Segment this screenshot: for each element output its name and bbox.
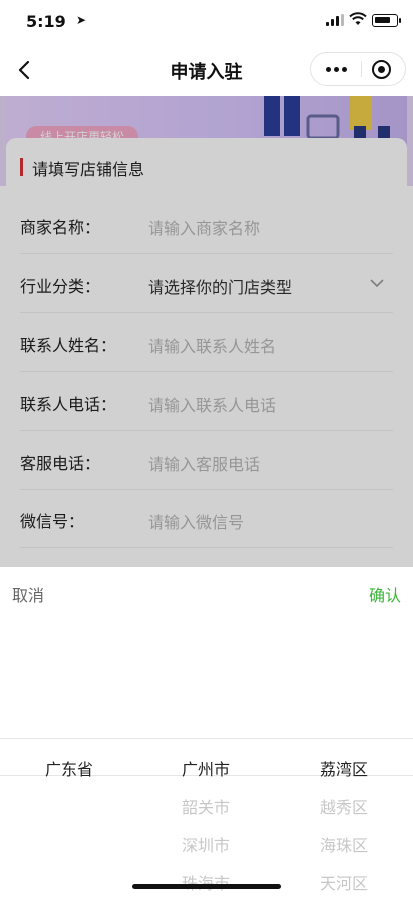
city-option[interactable]: 广州市 bbox=[137, 756, 275, 780]
navigation-bar: 申请入驻 bbox=[0, 44, 413, 96]
status-time: 5:19 bbox=[26, 12, 66, 31]
district-option[interactable]: 越秀区 bbox=[275, 794, 413, 818]
home-indicator bbox=[132, 884, 281, 889]
district-option[interactable]: 天河区 bbox=[275, 870, 413, 894]
district-option[interactable]: 荔湾区 bbox=[275, 756, 413, 780]
cellular-signal-icon bbox=[326, 14, 344, 26]
modal-mask[interactable] bbox=[0, 96, 413, 567]
city-column[interactable]: 广州市 韶关市 深圳市 珠海市 bbox=[137, 567, 275, 897]
province-column[interactable]: 广东省 bbox=[0, 567, 138, 897]
city-option[interactable]: 珠海市 bbox=[137, 870, 275, 894]
region-picker: 取消 确认 广东省 广州市 韶关市 深圳市 珠海市 荔湾区 越秀区 海珠区 天河… bbox=[0, 567, 413, 897]
battery-icon bbox=[372, 14, 401, 27]
mini-program-close-icon[interactable] bbox=[372, 60, 391, 79]
status-bar: 5:19 ➤ bbox=[0, 0, 413, 44]
mini-program-capsule bbox=[310, 52, 406, 86]
location-arrow-icon: ➤ bbox=[76, 13, 87, 27]
wifi-icon bbox=[349, 12, 367, 25]
province-option[interactable]: 广东省 bbox=[0, 756, 138, 780]
city-option[interactable]: 深圳市 bbox=[137, 832, 275, 856]
district-column[interactable]: 荔湾区 越秀区 海珠区 天河区 bbox=[275, 567, 413, 897]
battery-level bbox=[375, 17, 390, 23]
capsule-divider bbox=[361, 61, 362, 77]
district-option[interactable]: 海珠区 bbox=[275, 832, 413, 856]
city-option[interactable]: 韶关市 bbox=[137, 794, 275, 818]
more-dots-icon[interactable] bbox=[311, 53, 361, 85]
